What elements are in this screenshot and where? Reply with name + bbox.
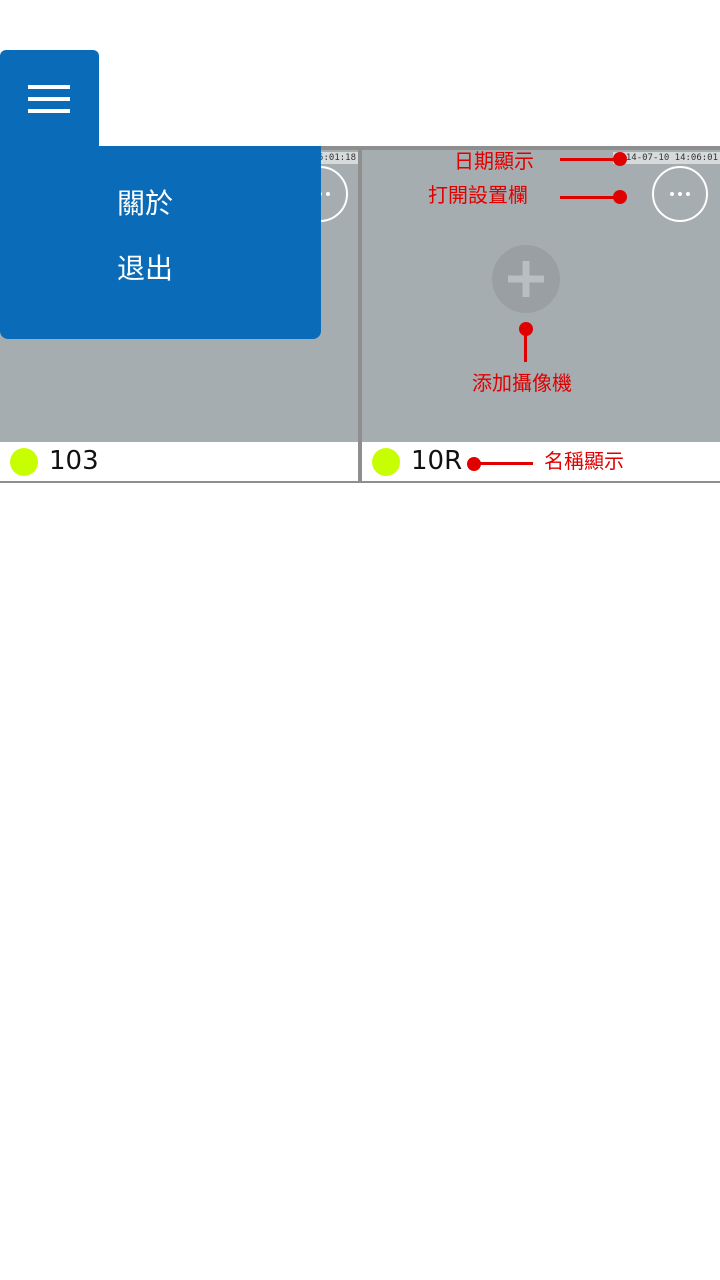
more-options-button[interactable]: [652, 166, 708, 222]
annotation-add-camera: 添加攝像機: [472, 371, 572, 395]
status-indicator-icon: [372, 447, 400, 476]
annotation-line: [474, 462, 533, 465]
dropdown-menu: 關於 退出: [0, 146, 321, 339]
menu-item-exit[interactable]: 退出: [117, 249, 173, 289]
camera-tile-10r[interactable]: 2014-07-10 14:06:01 10R: [362, 150, 720, 481]
annotation-line: [524, 330, 527, 362]
camera-label-bar: 10R: [362, 442, 720, 481]
camera-name: 103: [49, 446, 99, 476]
annotation-dot: [613, 190, 627, 204]
annotation-dot: [613, 152, 627, 166]
annotation-line: [560, 196, 620, 199]
camera-name: 10R: [411, 446, 463, 476]
status-indicator-icon: [10, 447, 38, 476]
menu-button[interactable]: [0, 50, 99, 150]
hamburger-icon: [28, 85, 70, 113]
ellipsis-icon: [670, 192, 690, 196]
date-display: 2014-07-10 14:06:01: [613, 152, 720, 164]
annotation-name-display: 名稱顯示: [544, 449, 624, 473]
annotation-open-settings: 打開設置欄: [428, 183, 528, 207]
annotation-date-display: 日期顯示: [454, 149, 534, 173]
camera-label-bar: 103: [0, 442, 358, 481]
annotation-line: [560, 158, 620, 161]
add-camera-button[interactable]: [492, 245, 560, 313]
menu-item-about[interactable]: 關於: [117, 184, 173, 224]
